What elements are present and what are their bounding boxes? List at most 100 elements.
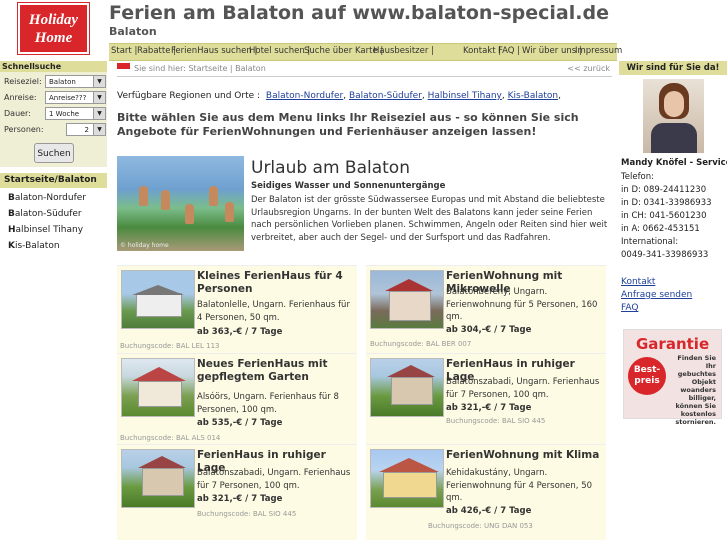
regions-label: Verfügbare Regionen und Orte : [117,91,261,101]
leftnav-initial: B [8,193,15,203]
listing-card[interactable]: FerienWohnung mit Klima Kehidakustány, U… [366,444,606,540]
listing-price: ab 363,-€ / 7 Tage [197,327,283,337]
duration-select[interactable]: 1 Woche ▼ [45,107,106,120]
top-navigation: Start | Rabatte | FerienHaus suchen | Ho… [109,43,622,61]
listing-title[interactable]: Kleines FerienHaus für 4 Personen [197,270,354,296]
chevron-down-icon: ▼ [93,124,105,135]
listing-card[interactable]: Neues FerienHaus mit gepflegtem Garten A… [117,353,357,444]
leftnav-initial: H [8,225,16,235]
hero-image: © holiday home [117,156,244,251]
faq-link[interactable]: FAQ [621,303,638,313]
inquiry-link[interactable]: Anfrage senden [621,290,692,300]
service-title: Wir sind für Sie da! [619,61,727,75]
chevron-down-icon: ▼ [93,92,105,103]
nav-ferienhaus-suchen[interactable]: FerienHaus suchen | [171,46,257,56]
arrival-value: Anreise??? [49,94,87,102]
hero-text: Der Balaton ist der grösste Südwassersee… [251,195,608,243]
listing-description: Alsóörs, Ungarn. Ferienhaus für 8 Person… [197,392,339,415]
listing-price: ab 304,-€ / 7 Tage [446,325,532,335]
listing-card[interactable]: FerienWohnung mit Mikrowelle Balatonberé… [366,265,606,353]
child-figure [225,202,234,222]
region-link-tihany[interactable]: Halbinsel Tihany [428,91,502,101]
destination-select[interactable]: Balaton ▼ [45,75,106,88]
nav-hausbesitzer[interactable]: Hausbesitzer | [373,46,434,56]
house-shape [391,377,433,405]
listing-photo[interactable] [370,449,444,508]
leftnav-initial: B [8,209,15,219]
persons-label: Personen: [4,125,44,134]
leftnav-title[interactable]: Startseite/Balaton [0,173,107,188]
roof-shape [385,279,433,291]
listing-photo[interactable] [121,358,195,417]
nav-impressum[interactable]: Impressum [575,46,622,56]
breadcrumb-text: Sie sind hier: Startseite | Balaton [134,64,266,73]
listing-title[interactable]: Neues FerienHaus mit gepflegtem Garten [197,358,354,384]
search-button[interactable]: Suchen [34,143,74,163]
listing-code: Buchungscode: BAL BER 007 [370,340,472,348]
shoulders-shape [651,123,697,153]
listing-photo[interactable] [121,449,195,508]
logo[interactable]: Holiday Home [18,3,89,54]
roof-shape [132,367,186,381]
listing-description: Balatonszabadi, Ungarn. Ferienhaus für 7… [197,468,351,491]
quicksearch-title: Schnellsuche [0,61,107,72]
duration-label: Dauer: [4,109,31,118]
persons-select[interactable]: 2 ▼ [66,123,106,136]
phone-at: in A: 0662-453151 [621,224,700,234]
nav-hotel-suchen[interactable]: Hotel suchen | [249,46,310,56]
listing-photo[interactable] [121,270,195,329]
leftnav-item-tihany[interactable]: Halbinsel Tihany [8,225,83,235]
arrival-select[interactable]: Anreise??? ▼ [45,91,106,104]
nav-wir-ueber-uns[interactable]: Wir über uns | [522,46,582,56]
child-figure [139,186,148,206]
region-link-kis-balaton[interactable]: Kis-Balaton [508,91,558,101]
region-link-nordufer[interactable]: Balaton-Nordufer [266,91,343,101]
phone-de-1: in D: 089-24411230 [621,185,707,195]
region-link-suedufer[interactable]: Balaton-Südufer [349,91,422,101]
phone-label: Telefon: [621,172,655,182]
listing-photo[interactable] [370,270,444,329]
back-link[interactable]: << zurück [567,64,610,73]
house-shape [136,293,182,317]
listing-description: Balatonlelle, Ungarn. Ferienhaus für 4 P… [197,300,350,323]
agent-photo [643,79,704,153]
breadcrumb: Sie sind hier: Startseite | Balaton << z… [117,62,612,77]
guarantee-banner[interactable]: Garantie Best-preis Finden Sie Ihr gebuc… [623,329,722,426]
roof-shape [379,458,439,472]
leftnav-item-suedufer[interactable]: Balaton-Südufer [8,209,82,219]
listing-description: Balatonberény, Ungarn. Ferienwohnung für… [446,287,598,322]
leftnav-item-nordufer[interactable]: Balaton-Nordufer [8,193,86,203]
listing-card[interactable]: Kleines FerienHaus für 4 Personen Balato… [117,265,357,353]
listing-title[interactable]: FerienWohnung mit Klima [446,449,603,462]
hero-title: Urlaub am Balaton [251,158,410,178]
phone-ch: in CH: 041-5601230 [621,211,707,221]
agent-name: Mandy Knöfel - Service [621,158,727,168]
image-watermark: © holiday home [120,242,169,249]
listing-description: Balatonszabadi, Ungarn. Ferienhaus für 7… [446,377,600,400]
nav-faq[interactable]: FAQ | [498,46,520,56]
contact-link[interactable]: Kontakt [621,277,655,287]
leftnav-label: alaton-Südufer [14,209,82,219]
leftnav-label: alaton-Nordufer [14,193,86,203]
phone-intl-label: International: [621,237,679,247]
face-shape [664,91,684,117]
listing-code: Buchungscode: BAL SIO 445 [197,510,297,518]
nav-suche-karte[interactable]: Suche über Karte | [304,46,383,56]
listing-photo[interactable] [370,358,444,417]
page-subtitle: Balaton [109,25,157,38]
leftnav-initial: K [8,241,15,251]
page-title: Ferien am Balaton auf www.balaton-specia… [109,2,609,24]
logo-line2: Home [34,30,73,46]
listing-card[interactable]: FerienHaus in ruhiger Lage Balatonszabad… [366,353,606,444]
destination-value: Balaton [49,78,76,86]
listing-price: ab 426,-€ / 7 Tage [446,506,532,516]
leftnav-item-kis-balaton[interactable]: Kis-Balaton [8,241,60,251]
listing-card[interactable]: FerienHaus in ruhiger Lage Balatonszabad… [117,444,357,540]
nav-kontakt[interactable]: Kontakt | [463,46,501,56]
phone-de-2: in D: 0341-33986933 [621,198,712,208]
nav-start[interactable]: Start | [111,46,137,56]
leftnav-label: albinsel Tihany [15,225,84,235]
persons-value: 2 [84,126,89,134]
house-shape [138,381,182,407]
intro-text: Bitte wählen Sie aus dem Menu links Ihr … [117,111,579,138]
